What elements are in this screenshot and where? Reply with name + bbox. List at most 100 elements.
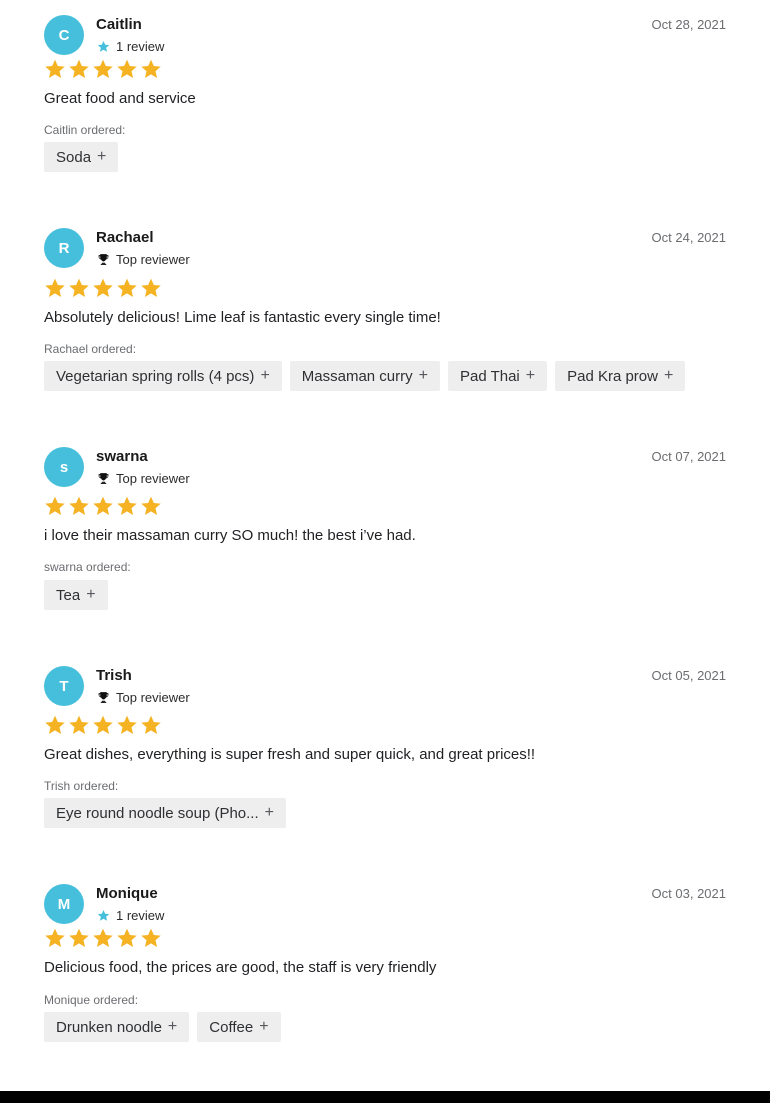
review-card: R Rachael Top reviewer Oct 24, 2021 Absolute… xyxy=(44,228,726,393)
review-date: Oct 07, 2021 xyxy=(651,449,726,464)
star-icon xyxy=(92,277,114,299)
ordered-item-chip[interactable]: Massaman curry + xyxy=(289,361,440,391)
star-icon xyxy=(140,714,162,736)
star-icon xyxy=(68,58,90,80)
plus-icon: + xyxy=(260,367,270,384)
ordered-item-name: Tea xyxy=(56,586,81,604)
star-rating xyxy=(44,277,162,299)
star-icon xyxy=(44,277,66,299)
badge-label: Top reviewer xyxy=(116,690,190,705)
footer-bar xyxy=(0,1091,770,1103)
review-date: Oct 03, 2021 xyxy=(651,886,726,901)
plus-icon: + xyxy=(264,804,274,821)
review-date: Oct 24, 2021 xyxy=(651,230,726,245)
plus-icon: + xyxy=(167,1018,178,1035)
star-icon xyxy=(92,714,114,736)
star-icon xyxy=(68,495,90,517)
badge-label: 1 review xyxy=(116,908,165,923)
ordered-item-chip[interactable]: Coffee + xyxy=(197,1012,281,1042)
ordered-item-name: Drunken noodle xyxy=(56,1018,162,1036)
star-icon xyxy=(140,495,162,517)
star-icon xyxy=(44,927,66,949)
ordered-label: Trish ordered: xyxy=(44,779,119,793)
ordered-label: Rachael ordered: xyxy=(44,342,137,356)
star-icon xyxy=(96,40,110,54)
ordered-item-chip[interactable]: Pad Kra prow + xyxy=(555,361,686,391)
ordered-label: Caitlin ordered: xyxy=(44,123,126,137)
trophy-icon xyxy=(96,472,110,486)
plus-icon: + xyxy=(663,367,674,384)
ordered-items: Vegetarian spring rolls (4 pcs) + Massaman… xyxy=(44,361,686,391)
reviewer-badge: 1 review xyxy=(96,39,164,54)
star-icon xyxy=(116,58,138,80)
ordered-item-chip[interactable]: Vegetarian spring rolls (4 pcs) + xyxy=(44,361,282,391)
trophy-icon xyxy=(96,691,110,705)
star-rating xyxy=(44,58,162,80)
star-icon xyxy=(140,927,162,949)
ordered-item-chip[interactable]: Soda + xyxy=(44,142,119,172)
ordered-item-name: Soda xyxy=(56,148,92,166)
star-icon xyxy=(92,495,114,517)
avatar[interactable]: T xyxy=(44,666,84,706)
ordered-item-chip[interactable]: Eye round noodle soup (Pho... + xyxy=(44,798,286,828)
star-icon xyxy=(140,58,162,80)
review-card: M Monique 1 review Oct 03, 2021 Delicious fo… xyxy=(44,884,726,1044)
ordered-items: Soda + xyxy=(44,142,119,172)
avatar[interactable]: M xyxy=(44,884,84,924)
star-icon xyxy=(44,714,66,736)
reviewer-badge: Top reviewer xyxy=(96,252,190,267)
review-text: Great dishes, everything is super fresh … xyxy=(44,746,536,763)
review-card: T Trish Top reviewer Oct 05, 2021 Great dish… xyxy=(44,666,726,830)
plus-icon: + xyxy=(525,367,536,384)
ordered-items: Tea + xyxy=(44,580,108,610)
avatar[interactable]: s xyxy=(44,447,84,487)
star-icon xyxy=(140,277,162,299)
star-icon xyxy=(44,58,66,80)
reviewer-name[interactable]: swarna xyxy=(96,448,148,465)
star-icon xyxy=(68,927,90,949)
star-icon xyxy=(44,495,66,517)
ordered-item-chip[interactable]: Pad Thai + xyxy=(447,361,548,391)
badge-label: 1 review xyxy=(116,39,165,54)
star-rating xyxy=(44,495,162,517)
review-card: s swarna Top reviewer Oct 07, 2021 i love th… xyxy=(44,447,726,612)
ordered-item-name: Coffee xyxy=(209,1018,254,1036)
avatar[interactable]: R xyxy=(44,228,84,268)
star-rating xyxy=(44,927,162,949)
star-icon xyxy=(68,714,90,736)
ordered-item-name: Eye round noodle soup (Pho... xyxy=(56,804,259,822)
reviewer-badge: 1 review xyxy=(96,908,164,923)
star-icon xyxy=(116,714,138,736)
ordered-label: Monique ordered: xyxy=(44,993,139,1007)
plus-icon: + xyxy=(418,367,428,384)
ordered-item-chip[interactable]: Drunken noodle + xyxy=(44,1012,190,1042)
badge-label: Top reviewer xyxy=(116,471,190,486)
review-date: Oct 28, 2021 xyxy=(651,17,726,32)
ordered-item-chip[interactable]: Tea + xyxy=(44,580,108,610)
star-icon xyxy=(96,909,110,923)
review-text: i love their massaman curry SO much! the… xyxy=(44,527,416,544)
ordered-item-name: Massaman curry xyxy=(301,367,413,385)
star-icon xyxy=(116,927,138,949)
star-icon xyxy=(92,927,114,949)
avatar[interactable]: C xyxy=(44,15,84,55)
star-rating xyxy=(44,714,162,736)
reviewer-name[interactable]: Rachael xyxy=(96,229,154,246)
badge-label: Top reviewer xyxy=(116,252,190,267)
ordered-item-name: Vegetarian spring rolls (4 pcs) xyxy=(56,367,255,385)
star-icon xyxy=(116,277,138,299)
ordered-label: swarna ordered: xyxy=(44,560,131,574)
plus-icon: + xyxy=(259,1018,269,1035)
review-card: C Caitlin 1 review Oct 28, 2021 Great food a… xyxy=(44,15,726,174)
ordered-items: Eye round noodle soup (Pho... + xyxy=(44,798,286,828)
reviewer-name[interactable]: Caitlin xyxy=(96,16,142,33)
review-text: Absolutely delicious! Lime leaf is fanta… xyxy=(44,309,441,326)
star-icon xyxy=(116,495,138,517)
reviewer-name[interactable]: Monique xyxy=(96,885,158,902)
reviewer-name[interactable]: Trish xyxy=(96,667,132,684)
plus-icon: + xyxy=(86,586,96,603)
star-icon xyxy=(92,58,114,80)
ordered-items: Drunken noodle + Coffee + xyxy=(44,1012,281,1042)
ordered-item-name: Pad Kra prow xyxy=(567,367,658,385)
ordered-item-name: Pad Thai xyxy=(459,367,520,385)
